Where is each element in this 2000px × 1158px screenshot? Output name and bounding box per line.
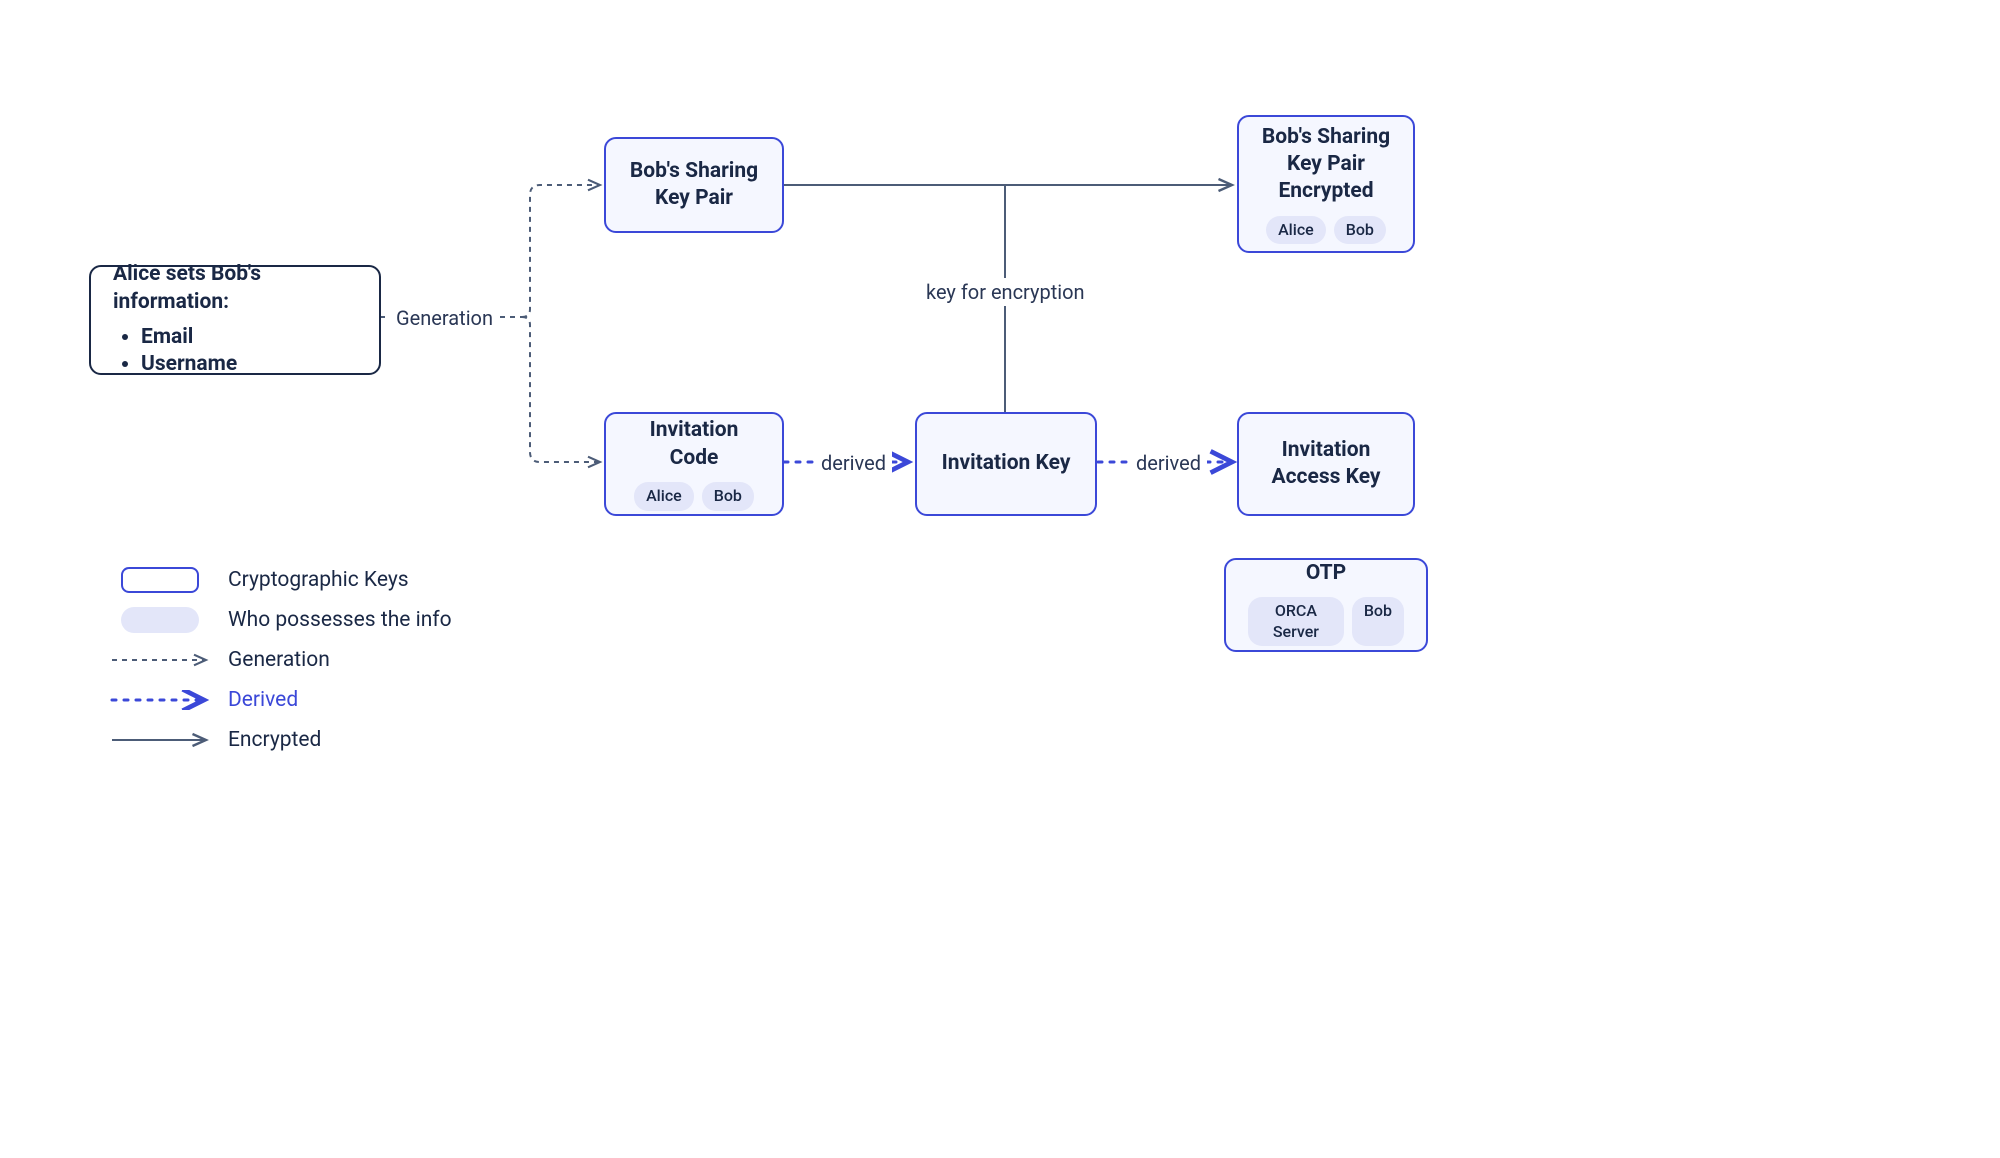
node-title: Alice sets Bob's information: [113,261,357,316]
legend-encrypted: Encrypted [110,725,452,755]
legend-label: Generation [228,648,330,672]
alice-info-item: Email [141,324,237,351]
node-title: Bob's Sharing [1262,124,1390,151]
legend-generation-line-icon [110,650,210,670]
legend-crypto-keys: Cryptographic Keys [110,565,452,595]
edge-label-key-for-encryption: key for encryption [920,278,1091,306]
possessor-tag: Bob [702,482,754,511]
node-alice-info: Alice sets Bob's information: Email User… [89,265,381,375]
node-bob-keypair: Bob's Sharing Key Pair [604,137,784,233]
node-title: Invitation [1282,437,1371,464]
node-title: Invitation Key [942,450,1071,477]
alice-info-list: Email Username [113,324,237,379]
node-title: Bob's Sharing [630,158,758,185]
possessor-tag: Bob [1334,216,1386,245]
legend-label: Cryptographic Keys [228,568,409,592]
node-invitation-code: Invitation Code Alice Bob [604,412,784,516]
edge-label-derived-2: derived [1130,449,1207,477]
legend-label: Derived [228,688,298,712]
legend-generation: Generation [110,645,452,675]
node-line2: Key Pair [1287,151,1365,178]
possessor-tag: Alice [634,482,694,511]
node-bob-keypair-encrypted: Bob's Sharing Key Pair Encrypted Alice B… [1237,115,1415,253]
legend-possesses: Who possesses the info [110,605,452,635]
legend-box-icon [121,567,199,593]
node-invitation-key: Invitation Key [915,412,1097,516]
edge-label-generation: Generation [390,304,499,332]
legend-label: Encrypted [228,728,321,752]
edge-generation-down [522,317,600,462]
legend-derived-line-icon [110,690,210,710]
node-invitation-access-key: Invitation Access Key [1237,412,1415,516]
node-subtitle: Key Pair [655,185,733,212]
legend-derived: Derived [110,685,452,715]
alice-info-item: Username [141,351,237,378]
legend: Cryptographic Keys Who possesses the inf… [110,565,452,765]
possessor-tag: Alice [1266,216,1326,245]
node-subtitle: Access Key [1272,464,1381,491]
node-title: OTP [1306,560,1346,587]
node-otp: OTP ORCA Server Bob [1224,558,1428,652]
legend-label: Who possesses the info [228,608,452,632]
edge-label-derived-1: derived [815,449,892,477]
legend-encrypted-line-icon [110,730,210,750]
possessor-tag: Bob [1352,597,1404,647]
possessor-tag: ORCA Server [1248,597,1344,647]
edge-generation-up [522,185,600,317]
legend-pill-icon [121,607,199,633]
node-line3: Encrypted [1278,178,1373,205]
node-title: Invitation Code [628,417,760,472]
